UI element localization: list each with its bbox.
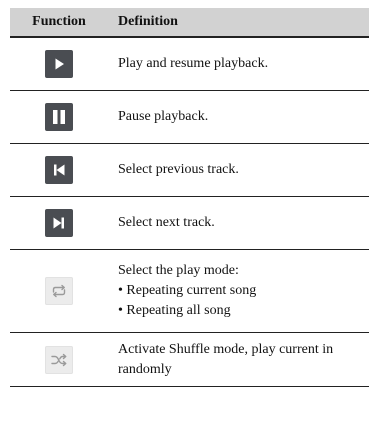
play-mode-bullet: • Repeating current song: [118, 283, 257, 298]
definition-cell: Select next track.: [108, 196, 369, 250]
function-column-header: Function: [10, 8, 108, 38]
play-mode-title: Select the play mode:: [118, 263, 239, 278]
play-icon: [45, 50, 73, 78]
pause-icon: [45, 103, 73, 131]
function-table: Function Definition Play and resume play…: [10, 8, 369, 387]
function-cell: [10, 249, 108, 333]
table-row: Play and resume playback.: [10, 37, 369, 91]
table-row: Select the play mode: • Repeating curren…: [10, 249, 369, 333]
definition-cell: Play and resume playback.: [108, 37, 369, 91]
repeat-icon: [45, 277, 73, 305]
next-track-icon: [45, 209, 73, 237]
function-cell: [10, 196, 108, 250]
previous-track-icon: [45, 156, 73, 184]
table-row: Activate Shuffle mode, play current in r…: [10, 332, 369, 387]
definition-cell: Activate Shuffle mode, play current in r…: [108, 332, 369, 387]
definition-column-header: Definition: [108, 8, 369, 38]
table-row: Select next track.: [10, 196, 369, 250]
definition-cell: Select the play mode: • Repeating curren…: [108, 249, 369, 333]
definition-cell: Select previous track.: [108, 143, 369, 197]
table-row: Pause playback.: [10, 90, 369, 144]
table-header-row: Function Definition: [10, 8, 369, 38]
function-cell: [10, 37, 108, 91]
table-row: Select previous track.: [10, 143, 369, 197]
definition-cell: Pause playback.: [108, 90, 369, 144]
function-cell: [10, 143, 108, 197]
play-mode-bullet: • Repeating all song: [118, 303, 231, 318]
function-cell: [10, 90, 108, 144]
shuffle-icon: [45, 345, 73, 374]
function-cell: [10, 332, 108, 387]
